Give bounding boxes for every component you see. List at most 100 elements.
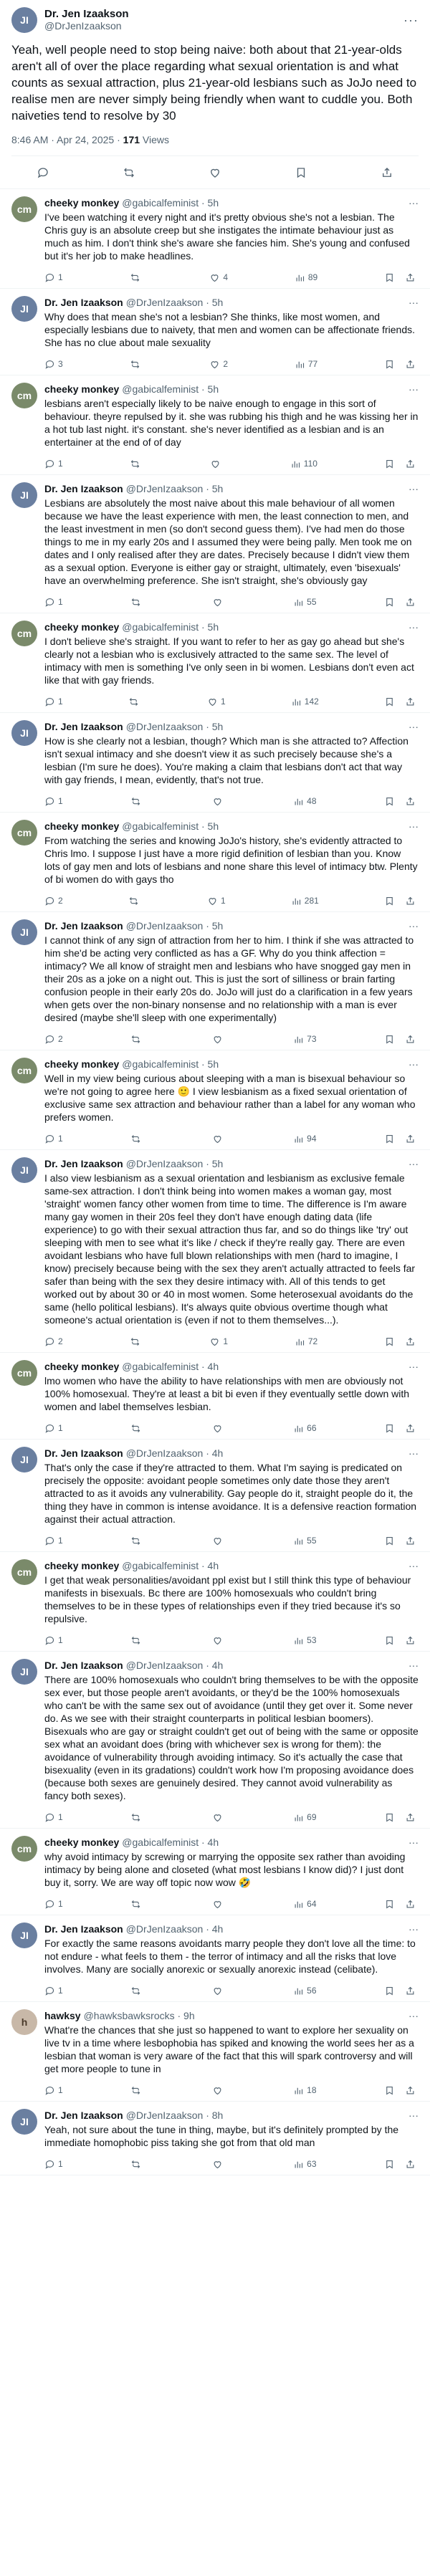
more-icon[interactable]: ··· [403,196,419,209]
like-button[interactable] [212,597,226,608]
reply-button[interactable]: 1 [44,1536,63,1546]
reply-button[interactable]: 1 [44,1899,63,1910]
like-button[interactable] [212,1635,226,1646]
author-name[interactable]: cheeky monkey [44,820,119,833]
reply-tweet[interactable]: JI Dr. Jen Izaakson @DrJenIzaakson · 4h ···… [0,1440,430,1552]
author-handle[interactable]: @gabicalfeminist · 5h [122,820,219,833]
views-button[interactable]: 89 [295,272,317,283]
reply-button[interactable] [37,166,49,179]
like-button[interactable]: 1 [209,1336,228,1347]
avatar[interactable]: cm [11,196,37,222]
reply-tweet[interactable]: cm cheeky monkey @gabicalfeminist · 5h ··· W… [0,1050,430,1150]
share-button[interactable] [405,2159,416,2170]
bookmark-button[interactable] [384,2085,395,2096]
repost-button[interactable] [130,1336,143,1347]
repost-button[interactable] [128,896,142,906]
repost-button[interactable] [123,166,135,179]
reply-tweet[interactable]: JI Dr. Jen Izaakson @DrJenIzaakson · 4h ···… [0,1652,430,1829]
author-name[interactable]: cheeky monkey [44,196,119,209]
reply-button[interactable]: 1 [44,796,63,807]
reply-tweet[interactable]: cm cheeky monkey @gabicalfeminist · 4h ··· l… [0,1353,430,1440]
like-button[interactable]: 4 [209,272,228,283]
more-icon[interactable]: ··· [403,1157,419,1170]
share-button[interactable] [405,597,416,608]
like-button[interactable] [212,1536,226,1546]
avatar[interactable]: cm [11,383,37,408]
reply-tweet[interactable]: cm cheeky monkey @gabicalfeminist · 5h ··· l… [0,375,430,475]
more-icon[interactable]: ··· [403,720,419,733]
more-icon[interactable]: ··· [403,383,419,396]
more-icon[interactable]: ··· [403,1836,419,1849]
share-button[interactable] [405,796,416,807]
reply-tweet[interactable]: cm cheeky monkey @gabicalfeminist · 5h ··· I… [0,613,430,713]
bookmark-button[interactable] [384,1536,395,1546]
more-icon[interactable]: ··· [403,296,419,309]
more-icon[interactable]: ··· [403,1659,419,1672]
bookmark-button[interactable] [384,459,395,469]
avatar[interactable]: JI [11,2109,37,2135]
author-name[interactable]: cheeky monkey [44,1559,119,1572]
more-icon[interactable]: ··· [403,621,419,633]
reply-button[interactable]: 1 [44,272,63,283]
author-name[interactable]: cheeky monkey [44,621,119,633]
share-button[interactable] [405,359,416,370]
author-handle[interactable]: @DrJenIzaakson · 5h [126,1157,224,1170]
avatar[interactable]: JI [11,296,37,322]
author-name[interactable]: Dr. Jen Izaakson [44,1923,123,1935]
reply-tweet[interactable]: h hawksy @hawksbawksrocks · 9h ··· What're t… [0,2002,430,2102]
repost-button[interactable] [130,459,143,469]
share-button[interactable] [405,459,416,469]
bookmark-button[interactable] [384,1899,395,1910]
share-button[interactable] [405,1812,416,1823]
bookmark-button[interactable] [384,597,395,608]
author-handle[interactable]: @DrJenIzaakson · 5h [126,296,224,309]
reply-tweet[interactable]: cm cheeky monkey @gabicalfeminist · 4h ··· w… [0,1829,430,1915]
like-button[interactable] [212,1134,226,1144]
author-handle[interactable]: @DrJenIzaakson · 5h [126,482,224,495]
reply-button[interactable]: 1 [44,597,63,608]
author-handle[interactable]: @gabicalfeminist · 5h [122,383,219,396]
more-icon[interactable]: ··· [403,482,419,495]
reply-tweet[interactable]: JI Dr. Jen Izaakson @DrJenIzaakson · 8h ···… [0,2102,430,2175]
reply-button[interactable]: 2 [44,1336,63,1347]
repost-button[interactable] [130,1635,144,1646]
share-button[interactable] [405,896,416,906]
author-name[interactable]: cheeky monkey [44,383,119,396]
repost-button[interactable] [128,696,142,707]
reply-tweet[interactable]: cm cheeky monkey @gabicalfeminist · 5h ··· F… [0,813,430,912]
author-handle[interactable]: @DrJenIzaakson [44,20,129,32]
reply-button[interactable]: 3 [44,359,63,370]
author-name[interactable]: Dr. Jen Izaakson [44,8,129,20]
author-handle[interactable]: @DrJenIzaakson · 4h [126,1923,224,1935]
author-handle[interactable]: @gabicalfeminist · 5h [122,621,219,633]
author-handle[interactable]: @DrJenIzaakson · 5h [126,720,224,733]
like-button[interactable] [212,796,226,807]
repost-button[interactable] [130,1423,144,1434]
views-button[interactable]: 77 [295,359,317,370]
author-name[interactable]: cheeky monkey [44,1058,119,1071]
views-button[interactable]: 53 [293,1635,317,1646]
avatar[interactable]: JI [11,720,37,746]
post-timestamp[interactable]: 8:46 AM · Apr 24, 2025 · [11,134,123,145]
like-button[interactable] [212,1986,226,1996]
share-button[interactable] [405,1635,416,1646]
author-handle[interactable]: @hawksbawksrocks · 9h [84,2009,195,2022]
views-button[interactable]: 48 [293,796,317,807]
bookmark-button[interactable] [295,166,307,179]
more-icon[interactable]: ··· [403,1559,419,1572]
bookmark-button[interactable] [384,2159,395,2170]
reply-button[interactable]: 2 [44,896,63,906]
reply-tweet[interactable]: cm cheeky monkey @gabicalfeminist · 4h ··· I… [0,1552,430,1652]
reply-button[interactable]: 1 [44,459,63,469]
views-button[interactable]: 73 [293,1034,317,1045]
author-handle[interactable]: @gabicalfeminist · 4h [122,1836,219,1849]
more-icon[interactable]: ··· [403,919,419,932]
author-handle[interactable]: @gabicalfeminist · 5h [122,196,219,209]
more-icon[interactable]: ··· [403,13,419,28]
reply-tweet[interactable]: JI Dr. Jen Izaakson @DrJenIzaakson · 5h ···… [0,912,430,1050]
bookmark-button[interactable] [384,1986,395,1996]
like-button[interactable]: 1 [207,696,226,707]
author-name[interactable]: Dr. Jen Izaakson [44,1157,123,1170]
bookmark-button[interactable] [384,359,395,370]
like-button[interactable] [212,1812,226,1823]
